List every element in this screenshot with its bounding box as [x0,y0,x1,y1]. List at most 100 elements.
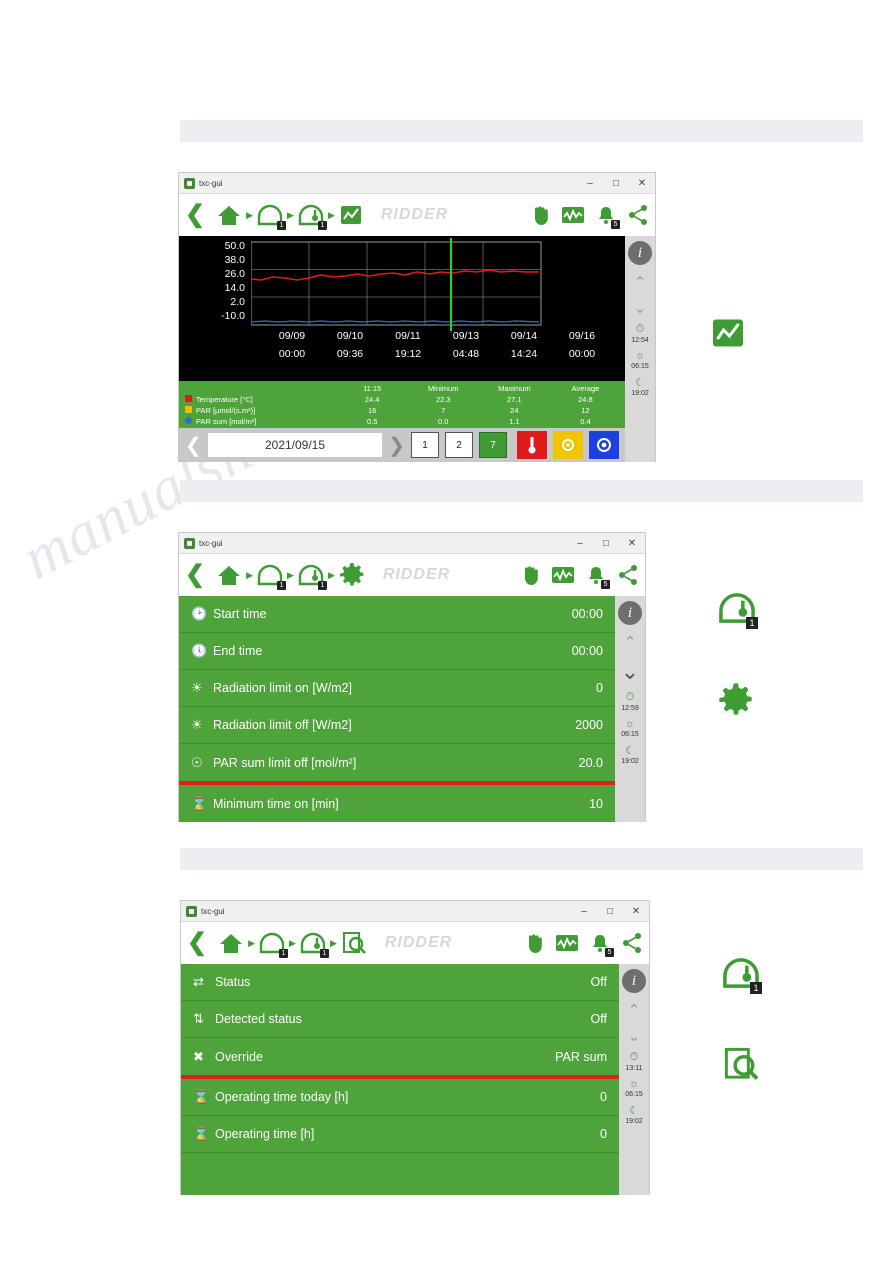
target-icon [185,417,192,424]
row-value-3[interactable]: 2000 [575,718,603,732]
scroll-down-button[interactable]: ⌄ [634,299,647,317]
window-controls-2[interactable]: – □ ✕ [567,533,645,553]
xtick-top-4: 09/14 [510,330,538,342]
list-item[interactable]: ⌛ Operating time today [h] 0 [181,1079,619,1116]
maximize-button-3[interactable]: □ [597,901,623,921]
list-item[interactable]: ☀ Radiation limit off [W/m2] 2000 [179,707,615,744]
minimize-button-2[interactable]: – [567,533,593,553]
separator-icon-6: ▶ [327,569,335,580]
scroll-up-button[interactable]: ⌃ [634,273,647,291]
titlebar-2: txc-gui – □ ✕ [179,533,645,554]
greenhouse-thermometer-icon-3[interactable]: 1 [300,931,329,958]
chart-icon-2[interactable] [551,565,575,585]
legend-min-1: 7 [441,406,446,415]
xtick-bot-4: 14:24 [510,348,538,360]
alarm-bell-icon-2[interactable]: 5 [585,564,610,589]
list-item[interactable]: ⌛ Operating time [h] 0 [181,1116,619,1153]
par-series-button[interactable] [553,431,583,459]
maximize-button[interactable]: □ [603,173,629,193]
scroll-up-button-2[interactable]: ⌃ [624,633,637,651]
chart-icon[interactable] [561,205,585,225]
rail-time-3-w3: 19:02 [625,1118,643,1125]
status-row-value-4[interactable]: 0 [600,1127,607,1141]
close-button-3[interactable]: ✕ [623,901,649,921]
home-icon-2[interactable] [216,563,242,587]
rail-time-2-w3: 06:15 [625,1091,643,1098]
list-item[interactable]: 🕔 End time 00:00 [179,633,615,670]
parsum-series-button[interactable] [589,431,619,459]
row-value-0[interactable]: 00:00 [572,607,603,621]
status-row-label-1: Detected status [215,1012,302,1026]
date-prev-button[interactable]: ❮ [185,433,202,458]
greenhouse-icon-3[interactable]: 1 [259,931,289,958]
window-controls-3[interactable]: – □ ✕ [571,901,649,921]
graph-icon[interactable] [339,203,363,227]
gear-icon[interactable] [339,562,365,588]
range-1-day-button[interactable]: 1 [411,432,439,458]
sunrise-icon-2: ☼ [624,718,636,730]
annotation-greenhouse-thermometer-icon-2: 1 [722,955,762,996]
home-icon[interactable] [216,203,242,227]
status-row-value-0[interactable]: Off [591,975,607,989]
chart-icon-3[interactable] [555,933,579,953]
scroll-down-button-3[interactable]: ⌄ [628,1027,641,1045]
list-item[interactable]: ⌛ Minimum time on [min] 10 [179,785,615,822]
section-band-2 [180,480,863,502]
info-button[interactable]: i [628,241,652,265]
scroll-up-button-3[interactable]: ⌃ [628,1001,641,1019]
share-icon-2[interactable] [617,564,639,586]
list-item[interactable]: ☀ Radiation limit on [W/m2] 0 [179,670,615,707]
right-rail-2: i ⌃ ⌄ ⏱ 12:59 ☼ 06:15 ☾ 19:02 [615,596,645,822]
status-row-value-2[interactable]: PAR sum [555,1050,607,1064]
list-filler [181,1153,619,1195]
info-button-2[interactable]: i [618,601,642,625]
temperature-series-button[interactable] [517,431,547,459]
back-icon-3[interactable]: ❮ [187,931,207,955]
share-icon[interactable] [627,204,649,226]
greenhouse-icon-2[interactable]: 1 [257,563,287,590]
hand-icon-3[interactable] [525,932,545,954]
close-button[interactable]: ✕ [629,173,655,193]
clock-icon-2: ⏱ [625,691,635,703]
brand-logo: RIDDER [380,206,449,223]
minimize-button[interactable]: – [577,173,603,193]
right-rail-3: i ⌃ ⌄ ⏱ 13:11 ☼ 06:15 ☾ 19:02 [619,964,649,1195]
back-icon-2[interactable]: ❮ [185,563,205,587]
range-7-day-button[interactable]: 7 [479,432,507,458]
list-item-selected[interactable]: ✖ Override PAR sum [181,1038,619,1075]
home-icon-3[interactable] [218,931,244,955]
rail-time-1-w3: 13:11 [625,1065,643,1072]
hand-icon-2[interactable] [521,564,541,586]
list-item[interactable]: 🕑 Start time 00:00 [179,596,615,633]
close-button-2[interactable]: ✕ [619,533,645,553]
greenhouse-thermometer-icon[interactable]: 1 [298,203,327,230]
maximize-button-2[interactable]: □ [593,533,619,553]
range-2-day-button[interactable]: 2 [445,432,473,458]
alarm-bell-icon[interactable]: 5 [595,204,620,229]
greenhouse-icon[interactable]: 1 [257,203,287,230]
back-icon[interactable]: ❮ [185,203,205,227]
alarm-bell-icon-3[interactable]: 5 [589,932,614,957]
info-button-3[interactable]: i [622,969,646,993]
status-row-value-1[interactable]: Off [591,1012,607,1026]
date-display[interactable]: 2021/09/15 [207,433,383,457]
date-next-button[interactable]: ❯ [388,433,405,458]
share-icon-3[interactable] [621,932,643,954]
list-item[interactable]: ⇄ Status Off [181,964,619,1001]
scroll-down-button-2[interactable]: ⌄ [621,659,639,685]
magnifier-document-icon[interactable] [341,930,367,956]
settings-window: txc-gui – □ ✕ ❮ ▶ 1 ▶ 1 ▶ RIDDER 5 🕑 Sta… [178,532,646,822]
status-row-value-3[interactable]: 0 [600,1090,607,1104]
list-item-selected[interactable]: ☉ PAR sum limit off [mol/m²] 20.0 [179,744,615,781]
row-value-4[interactable]: 20.0 [579,756,603,770]
minimize-button-3[interactable]: – [571,901,597,921]
sunset-icon-3: ☾ [629,1105,639,1117]
ytick-3: 14.0 [224,282,245,294]
window-controls[interactable]: – □ ✕ [577,173,655,193]
hand-icon[interactable] [531,204,551,226]
greenhouse-thermometer-icon-2[interactable]: 1 [298,563,327,590]
row-value-2[interactable]: 0 [596,681,603,695]
row-value-1[interactable]: 00:00 [572,644,603,658]
row-value-5[interactable]: 10 [589,797,603,811]
list-item[interactable]: ⇅ Detected status Off [181,1001,619,1038]
